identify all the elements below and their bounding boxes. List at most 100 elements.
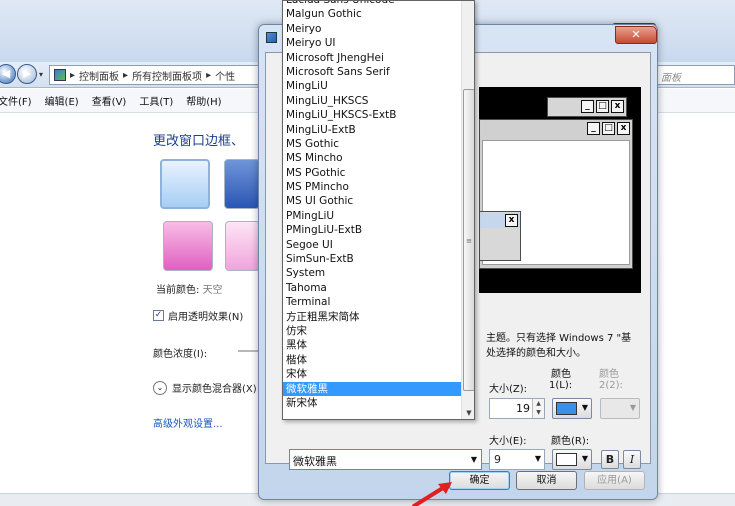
advanced-appearance-link[interactable]: 高级外观设置... <box>153 415 223 430</box>
color-swatch-blue[interactable] <box>224 159 260 209</box>
minimize-icon: _ <box>587 122 600 135</box>
font-size-label: 大小(E): <box>489 436 527 447</box>
transparency-option[interactable]: ✓ 启用透明效果(N) <box>153 308 243 323</box>
arrow-shaft <box>412 484 448 506</box>
color1-label-top: 颜色 <box>551 369 571 380</box>
font-option[interactable]: MS PGothic <box>283 166 461 180</box>
back-button[interactable]: ◀ <box>0 64 16 84</box>
close-icon: x <box>617 122 630 135</box>
chevron-down-icon[interactable]: ⌄ <box>153 380 167 395</box>
font-option[interactable]: MingLiU_HKSCS <box>283 94 461 108</box>
scrollbar-thumb[interactable]: ≡ <box>463 89 474 391</box>
menu-edit[interactable]: 编辑(E) <box>45 93 79 108</box>
dialog-close-button[interactable]: ✕ <box>615 26 657 44</box>
bold-button[interactable]: B <box>601 450 619 469</box>
color1-label-bottom: 1(L): <box>549 380 573 391</box>
dropdown-arrow-icon[interactable]: ▼ <box>535 454 541 463</box>
font-option[interactable]: Microsoft Sans Serif <box>283 65 461 79</box>
appearance-preview: _ □ x _ □ x x <box>479 87 641 293</box>
font-option[interactable]: MS UI Gothic <box>283 194 461 208</box>
search-input[interactable]: 面板 <box>656 65 735 85</box>
font-option[interactable]: PMingLiU <box>283 209 461 223</box>
font-select[interactable]: 微软雅黑 ▼ <box>289 449 482 470</box>
preview-message-box: x <box>479 211 521 261</box>
font-option[interactable]: 方正粗黑宋简体 <box>283 310 461 324</box>
color1-picker-button[interactable]: ▼ <box>552 398 592 419</box>
color2-label-bottom: 2(2): <box>599 380 623 391</box>
font-option[interactable]: MS Gothic <box>283 137 461 151</box>
apply-button: 应用(A) <box>584 471 645 490</box>
font-dropdown-list[interactable]: Lucida Sans Unicode Malgun Gothic Meiryo Me… <box>282 0 475 420</box>
spin-down-icon[interactable]: ▼ <box>533 408 544 417</box>
font-option[interactable]: 楷体 <box>283 353 461 367</box>
font-option[interactable]: 微软雅黑 <box>283 381 461 396</box>
item-size-label: 大小(Z): <box>489 384 528 395</box>
cancel-button[interactable]: 取消 <box>516 471 577 490</box>
font-color-picker-button[interactable]: ▼ <box>552 449 592 470</box>
font-option[interactable]: MingLiU_HKSCS-ExtB <box>283 108 461 122</box>
font-option[interactable]: 仿宋 <box>283 324 461 338</box>
font-option[interactable]: 新宋体 <box>283 396 461 410</box>
font-option[interactable]: MingLiU <box>283 79 461 93</box>
color-swatch-pink[interactable] <box>163 221 213 271</box>
spin-arrows[interactable]: ▲ ▼ <box>532 399 544 418</box>
font-option[interactable]: MS Mincho <box>283 151 461 165</box>
font-option[interactable]: Tahoma <box>283 281 461 295</box>
breadcrumb-separator-icon: ▸ <box>206 69 212 81</box>
font-option[interactable]: SimSun-ExtB <box>283 252 461 266</box>
item-size-stepper[interactable]: 19 ▲ ▼ <box>489 398 545 419</box>
preview-inactive-window: _ □ x <box>547 97 627 117</box>
address-bar[interactable]: ▸ 控制面板 ▸ 所有控制面板项 ▸ 个性 <box>49 65 259 85</box>
font-option[interactable]: MS PMincho <box>283 180 461 194</box>
font-size-value: 9 <box>494 453 501 466</box>
menu-view[interactable]: 查看(V) <box>92 93 127 108</box>
breadcrumb-all-items[interactable]: 所有控制面板项 <box>132 68 202 83</box>
font-option[interactable]: Terminal <box>283 295 461 309</box>
font-option[interactable]: PMingLiU-ExtB <box>283 223 461 237</box>
spin-up-icon[interactable]: ▲ <box>533 399 544 408</box>
color-intensity-label: 颜色浓度(I): <box>153 349 208 360</box>
font-option[interactable]: System <box>283 266 461 280</box>
font-option[interactable]: Segoe UI <box>283 238 461 252</box>
font-options: Lucida Sans Unicode Malgun Gothic Meiryo Me… <box>283 1 461 410</box>
breadcrumb-separator-icon: ▸ <box>123 69 129 81</box>
font-option[interactable]: Meiryo UI <box>283 36 461 50</box>
italic-button[interactable]: I <box>623 450 641 469</box>
item-size-value: 19 <box>516 402 530 415</box>
font-select-value: 微软雅黑 <box>293 455 337 468</box>
breadcrumb-control-panel[interactable]: 控制面板 <box>79 68 119 83</box>
font-option[interactable]: Microsoft JhengHei <box>283 51 461 65</box>
font-size-select[interactable]: 9 ▼ <box>489 449 545 470</box>
font-option[interactable]: MingLiU-ExtB <box>283 123 461 137</box>
breadcrumb-personalization[interactable]: 个性 <box>215 68 235 83</box>
font-option[interactable]: Malgun Gothic <box>283 7 461 21</box>
transparency-checkbox[interactable]: ✓ <box>153 310 164 321</box>
font-option[interactable]: 宋体 <box>283 367 461 381</box>
color-mixer-toggle-row[interactable]: ⌄ 显示颜色混合器(X) <box>153 380 257 395</box>
color-swatch-light-pink[interactable] <box>225 221 260 271</box>
font-list-scrollbar[interactable]: ≡ ▼ <box>461 1 474 419</box>
menu-file[interactable]: 文件(F) <box>0 93 32 108</box>
menu-tools[interactable]: 工具(T) <box>139 93 173 108</box>
color-intensity-slider[interactable] <box>238 350 260 352</box>
minimize-icon: _ <box>581 100 594 113</box>
current-color-label: 当前颜色: <box>156 285 203 296</box>
maximize-icon: □ <box>602 122 615 135</box>
control-panel-icon <box>54 69 66 81</box>
menu-help[interactable]: 帮助(H) <box>186 93 221 108</box>
font-color-label: 颜色(R): <box>551 436 590 447</box>
recent-pages-icon[interactable]: ▾ <box>39 70 43 79</box>
close-icon: x <box>611 100 624 113</box>
font-option[interactable]: Lucida Sans Unicode <box>283 1 461 7</box>
pointer-arrow-icon <box>412 482 452 506</box>
scroll-down-icon[interactable]: ▼ <box>463 406 474 419</box>
ok-button[interactable]: 确定 <box>449 471 510 490</box>
current-color-value: 天空 <box>202 285 223 296</box>
font-option[interactable]: 黑体 <box>283 338 461 352</box>
forward-button[interactable]: ▶ <box>17 64 37 84</box>
font-option[interactable]: Meiryo <box>283 22 461 36</box>
font-color-swatch <box>556 453 577 466</box>
current-color-text: 当前颜色: 天空 <box>156 281 223 296</box>
dropdown-arrow-icon[interactable]: ▼ <box>471 455 477 464</box>
color-swatch-sky[interactable] <box>160 159 210 209</box>
